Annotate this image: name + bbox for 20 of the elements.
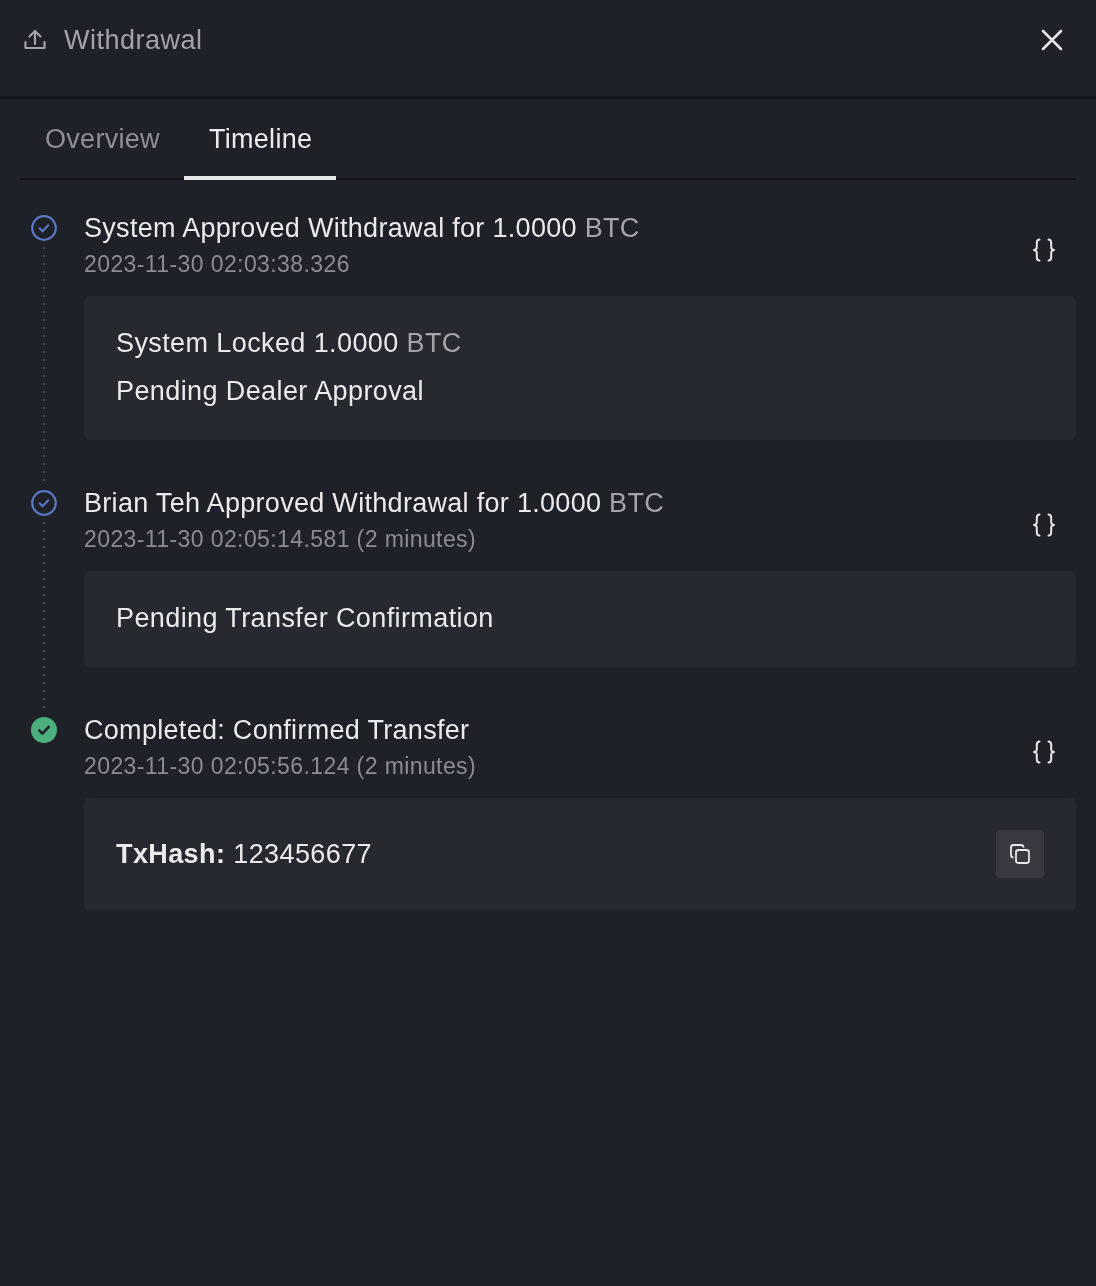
tab[interactable]: Overview (20, 99, 184, 180)
close-icon[interactable] (1041, 29, 1063, 51)
event-timestamp: 2023-11-30 02:03:38.326 (84, 250, 351, 279)
tab[interactable]: Timeline (183, 99, 337, 180)
braces-icon[interactable] (1032, 238, 1056, 262)
braces-icon[interactable] (1032, 740, 1056, 764)
event-title: Completed: Confirmed Transfer (84, 714, 471, 747)
upload-icon (24, 28, 46, 50)
copy-button[interactable] (996, 830, 1044, 878)
copy-icon (1009, 843, 1031, 865)
detail-text: System Locked 1.0000 BTC (116, 327, 463, 360)
detail-text: Pending Transfer Confirmation (116, 602, 495, 635)
tx-hash-text: TxHash: 123456677 (116, 838, 372, 871)
event-timestamp: 2023-11-30 02:05:56.124 (2 minutes) (84, 752, 478, 781)
event-title: Brian Teh Approved Withdrawal for 1.0000 BTC (84, 487, 665, 520)
detail-text: Pending Dealer Approval (116, 375, 425, 408)
event-title: System Approved Withdrawal for 1.0000 BTC (84, 212, 641, 245)
event-timestamp: 2023-11-30 02:05:14.581 (2 minutes) (84, 525, 478, 554)
panel-title: Withdrawal (64, 24, 203, 56)
braces-icon[interactable] (1032, 513, 1056, 537)
